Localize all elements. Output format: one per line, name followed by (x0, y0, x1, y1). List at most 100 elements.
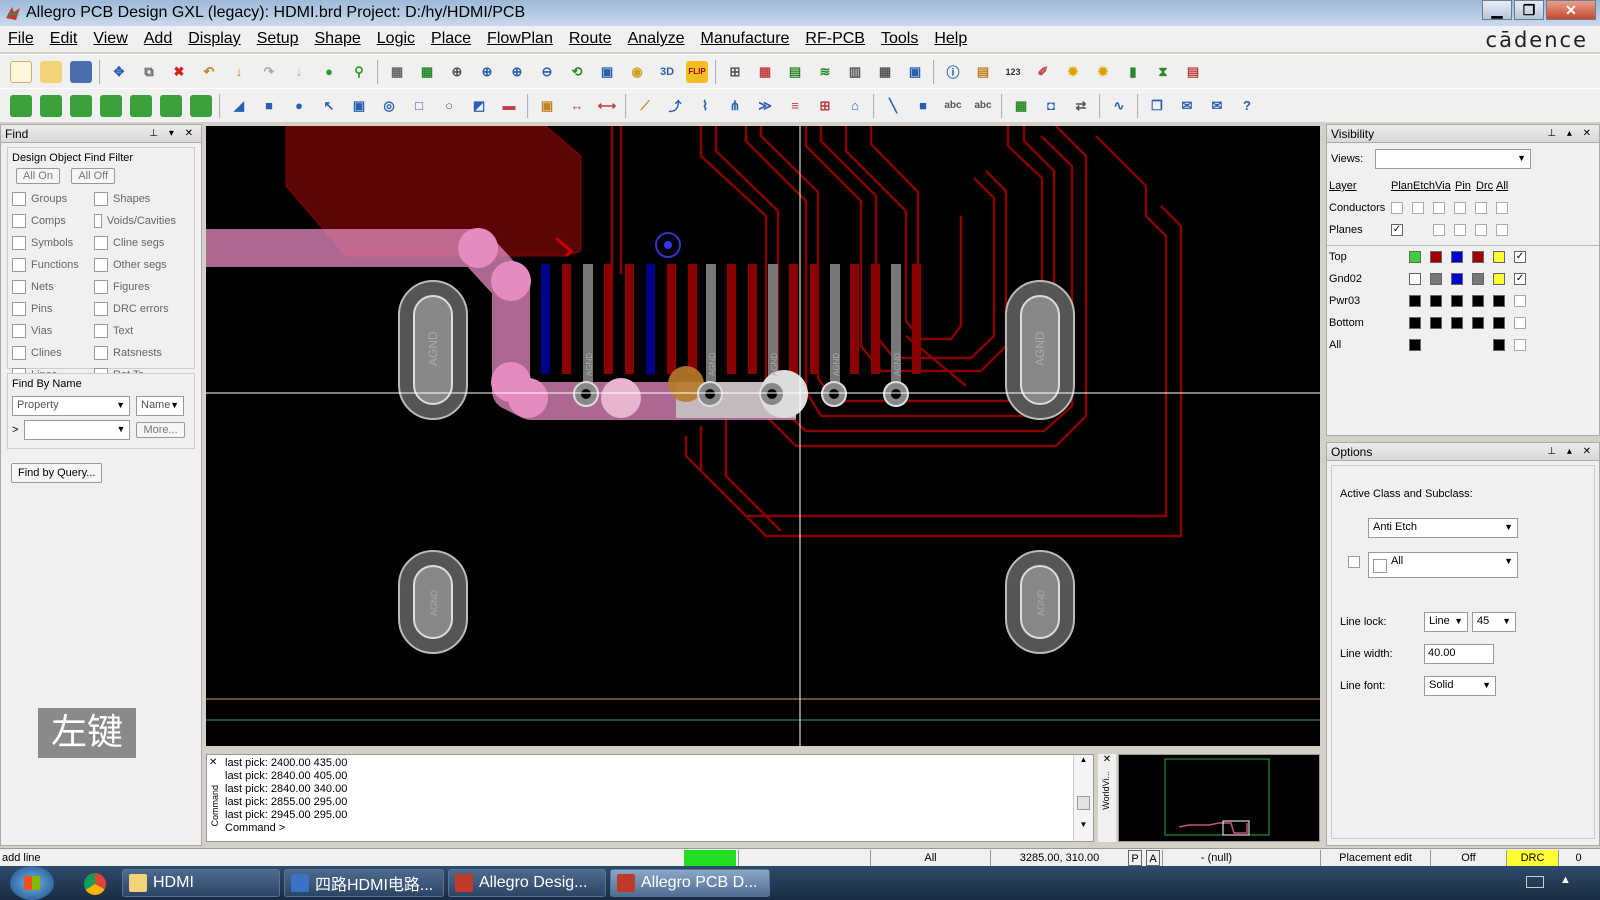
via-col-header[interactable]: Via (1435, 180, 1455, 192)
menu-view[interactable]: View (85, 30, 135, 48)
place-component-icon[interactable]: ◘ (1040, 95, 1062, 117)
maximize-button[interactable]: ❐ (1514, 0, 1544, 20)
pin-col-header[interactable]: Pin (1455, 180, 1476, 192)
info-icon[interactable]: ⓘ (942, 61, 964, 83)
drc-col-header[interactable]: Drc (1476, 180, 1496, 192)
name-select[interactable]: Name (136, 396, 184, 416)
menu-tools[interactable]: Tools (873, 30, 926, 48)
menu-file[interactable]: File (0, 30, 42, 48)
sun-icon[interactable]: ✹ (1062, 61, 1084, 83)
route-slide-icon[interactable]: ⤴ (664, 95, 686, 117)
find-by-query-button[interactable]: Find by Query... (11, 463, 103, 483)
vias-checkbox[interactable] (12, 324, 26, 338)
dfa-icon[interactable]: ▣ (904, 61, 926, 83)
conductors-via-toggle[interactable] (1433, 202, 1445, 214)
close-button[interactable]: ✕ (1546, 0, 1596, 20)
line-font-select[interactable]: Solid (1424, 676, 1496, 696)
copy-icon[interactable]: ⧉ (138, 61, 160, 83)
bottom-via-color[interactable] (1451, 317, 1463, 329)
place-manual-icon[interactable]: ▦ (1010, 95, 1032, 117)
menu-rf-pcb[interactable]: RF-PCB (797, 30, 873, 48)
top-plan-color[interactable] (1409, 251, 1421, 263)
gnd02-pin-color[interactable] (1472, 273, 1484, 285)
gnd02-plan-color[interactable] (1409, 273, 1421, 285)
plan-col-header[interactable]: Plan (1391, 180, 1413, 192)
menu-logic[interactable]: Logic (369, 30, 423, 48)
send-icon[interactable]: ✉ (1176, 95, 1198, 117)
clines-checkbox[interactable] (12, 346, 26, 360)
top-all-checkbox[interactable]: ✓ (1514, 251, 1526, 263)
move-icon[interactable]: ✥ (108, 61, 130, 83)
menu-edit[interactable]: Edit (42, 30, 86, 48)
taskbar-allegro-design[interactable]: Allegro Desig... (448, 869, 606, 897)
route-fanout-icon[interactable]: ⋔ (724, 95, 746, 117)
route-tune-icon[interactable]: ⌇ (694, 95, 716, 117)
void-rect-icon[interactable]: □ (408, 95, 430, 117)
add-connect-icon[interactable] (40, 94, 62, 117)
pwr03-etch-color[interactable] (1430, 295, 1442, 307)
grid-icon[interactable]: ▦ (416, 61, 438, 83)
gnd02-via-color[interactable] (1451, 273, 1463, 285)
status-p-button[interactable]: P (1128, 850, 1142, 866)
nets-checkbox[interactable] (12, 280, 26, 294)
bottom-etch-color[interactable] (1430, 317, 1442, 329)
zoom-window-icon[interactable]: ⊕ (476, 61, 498, 83)
layer-col-header[interactable]: Layer (1329, 180, 1391, 192)
swap-icon[interactable]: ⇄ (1070, 95, 1092, 117)
slide-icon[interactable] (70, 94, 92, 117)
etch-col-header[interactable]: Etch (1413, 180, 1435, 192)
command-close-icon[interactable]: ✕ (209, 757, 217, 768)
window-cascade-icon[interactable]: ❐ (1146, 95, 1168, 117)
bottom-all-checkbox[interactable] (1514, 317, 1526, 329)
keyboard-icon[interactable] (1526, 876, 1544, 888)
property-icon[interactable]: ▤ (972, 61, 994, 83)
menu-help[interactable]: Help (926, 30, 975, 48)
bottom-drc-color[interactable] (1493, 317, 1505, 329)
conductors-plan-toggle[interactable] (1391, 202, 1403, 214)
highlight-icon[interactable]: ✹ (1092, 61, 1114, 83)
scroll-thumb[interactable] (1077, 796, 1090, 810)
vertex-icon[interactable] (160, 94, 182, 117)
start-button[interactable] (10, 866, 54, 900)
line-lock-select[interactable]: Line (1424, 612, 1468, 632)
pwr03-plan-color[interactable] (1409, 295, 1421, 307)
bars-icon[interactable]: ▮ (1122, 61, 1144, 83)
cline-segs-checkbox[interactable] (94, 236, 108, 250)
custom-smooth-icon[interactable] (130, 94, 152, 117)
route-connect-icon[interactable]: ⟋ (634, 95, 656, 117)
command-scrollbar[interactable]: ▲ ▼ (1073, 755, 1093, 841)
zoom-world-icon[interactable]: ▣ (596, 61, 618, 83)
redraw-icon[interactable]: ◉ (626, 61, 648, 83)
planes-all-toggle[interactable] (1496, 224, 1508, 236)
pins-checkbox[interactable] (12, 302, 26, 316)
undo-arrow-icon[interactable]: ↓ (228, 61, 250, 83)
functions-checkbox[interactable] (12, 258, 26, 272)
gnd02-all-checkbox[interactable]: ✓ (1514, 273, 1526, 285)
delay-tune-icon[interactable] (100, 94, 122, 117)
chrome-icon[interactable] (84, 873, 106, 895)
mail-icon[interactable]: ✉ (1206, 95, 1228, 117)
gnd02-drc-color[interactable] (1493, 273, 1505, 285)
menu-setup[interactable]: Setup (249, 30, 307, 48)
3d-view-icon[interactable]: 3D (656, 61, 678, 83)
top-via-color[interactable] (1451, 251, 1463, 263)
text-checkbox[interactable] (94, 324, 108, 338)
numbering-icon[interactable]: 123 (1002, 61, 1024, 83)
all-col-header[interactable]: All (1496, 180, 1508, 192)
sheet-icon[interactable]: ▦ (874, 61, 896, 83)
delete-icon[interactable]: ✖ (168, 61, 190, 83)
edit-text-icon[interactable]: abc (972, 95, 994, 117)
menu-analyze[interactable]: Analyze (620, 30, 693, 48)
undo-icon[interactable]: ↶ (198, 61, 220, 83)
pwr03-all-checkbox[interactable] (1514, 295, 1526, 307)
figures-checkbox[interactable] (94, 280, 108, 294)
menu-place[interactable]: Place (423, 30, 479, 48)
menu-display[interactable]: Display (180, 30, 248, 48)
minimize-button[interactable]: ▁ (1482, 0, 1512, 20)
void-element-icon[interactable]: ○ (438, 95, 460, 117)
new-file-icon[interactable] (10, 60, 32, 83)
panel-controls[interactable]: ⊥ ▾ ✕ (149, 128, 197, 139)
planes-pin-toggle[interactable] (1454, 224, 1466, 236)
conductors-pin-toggle[interactable] (1454, 202, 1466, 214)
spread-icon[interactable] (190, 94, 212, 117)
